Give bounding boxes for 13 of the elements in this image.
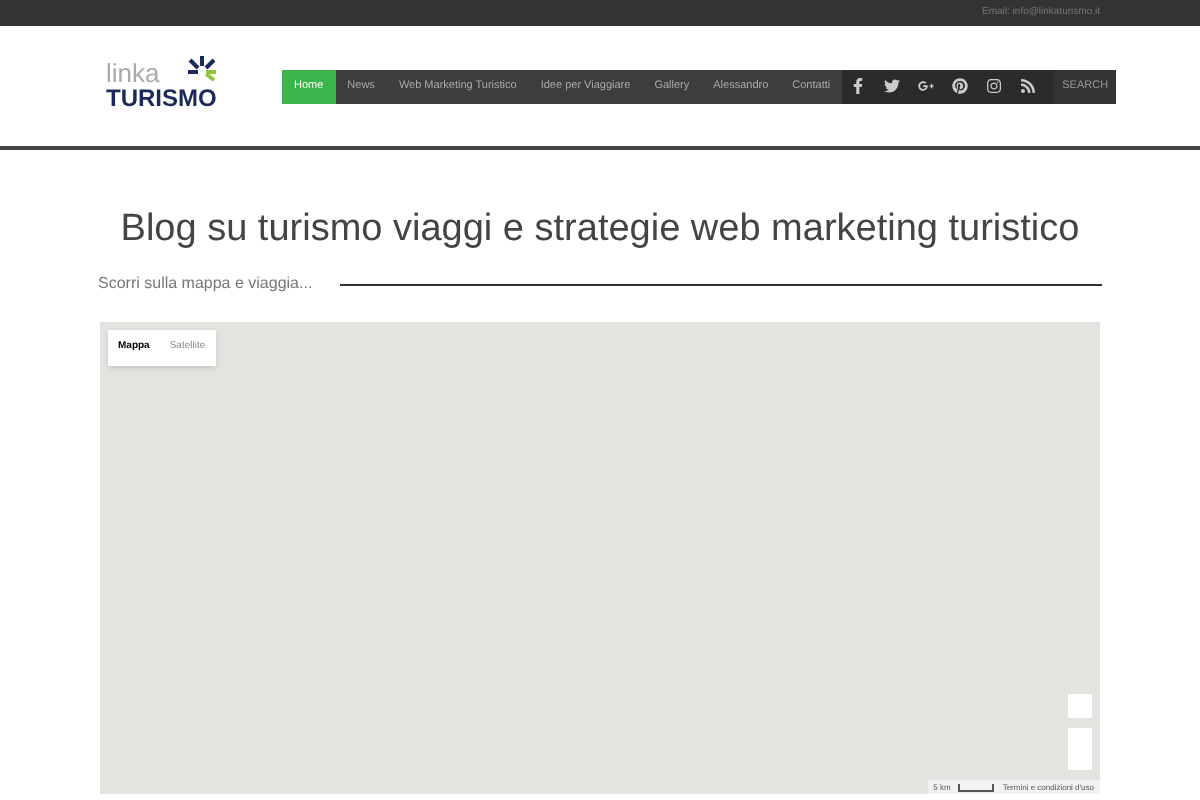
facebook-icon[interactable] <box>850 78 867 94</box>
logo[interactable]: linka TURISMO <box>106 60 230 112</box>
scale-bar-icon <box>958 783 995 791</box>
star-icon <box>186 56 218 84</box>
page-title: Blog su turismo viaggi e strategie web marketing turistico <box>118 206 1082 254</box>
pinterest-icon[interactable] <box>952 78 969 94</box>
twitter-icon[interactable] <box>884 78 901 94</box>
logo-text: TURISMO <box>106 86 217 112</box>
instagram-icon[interactable] <box>986 78 1003 94</box>
google-plus-icon[interactable] <box>918 78 935 94</box>
rss-icon[interactable] <box>1020 78 1037 94</box>
subtitle: Scorri sulla mappa e viaggia... <box>98 272 313 296</box>
logo-text: linka <box>106 60 160 86</box>
